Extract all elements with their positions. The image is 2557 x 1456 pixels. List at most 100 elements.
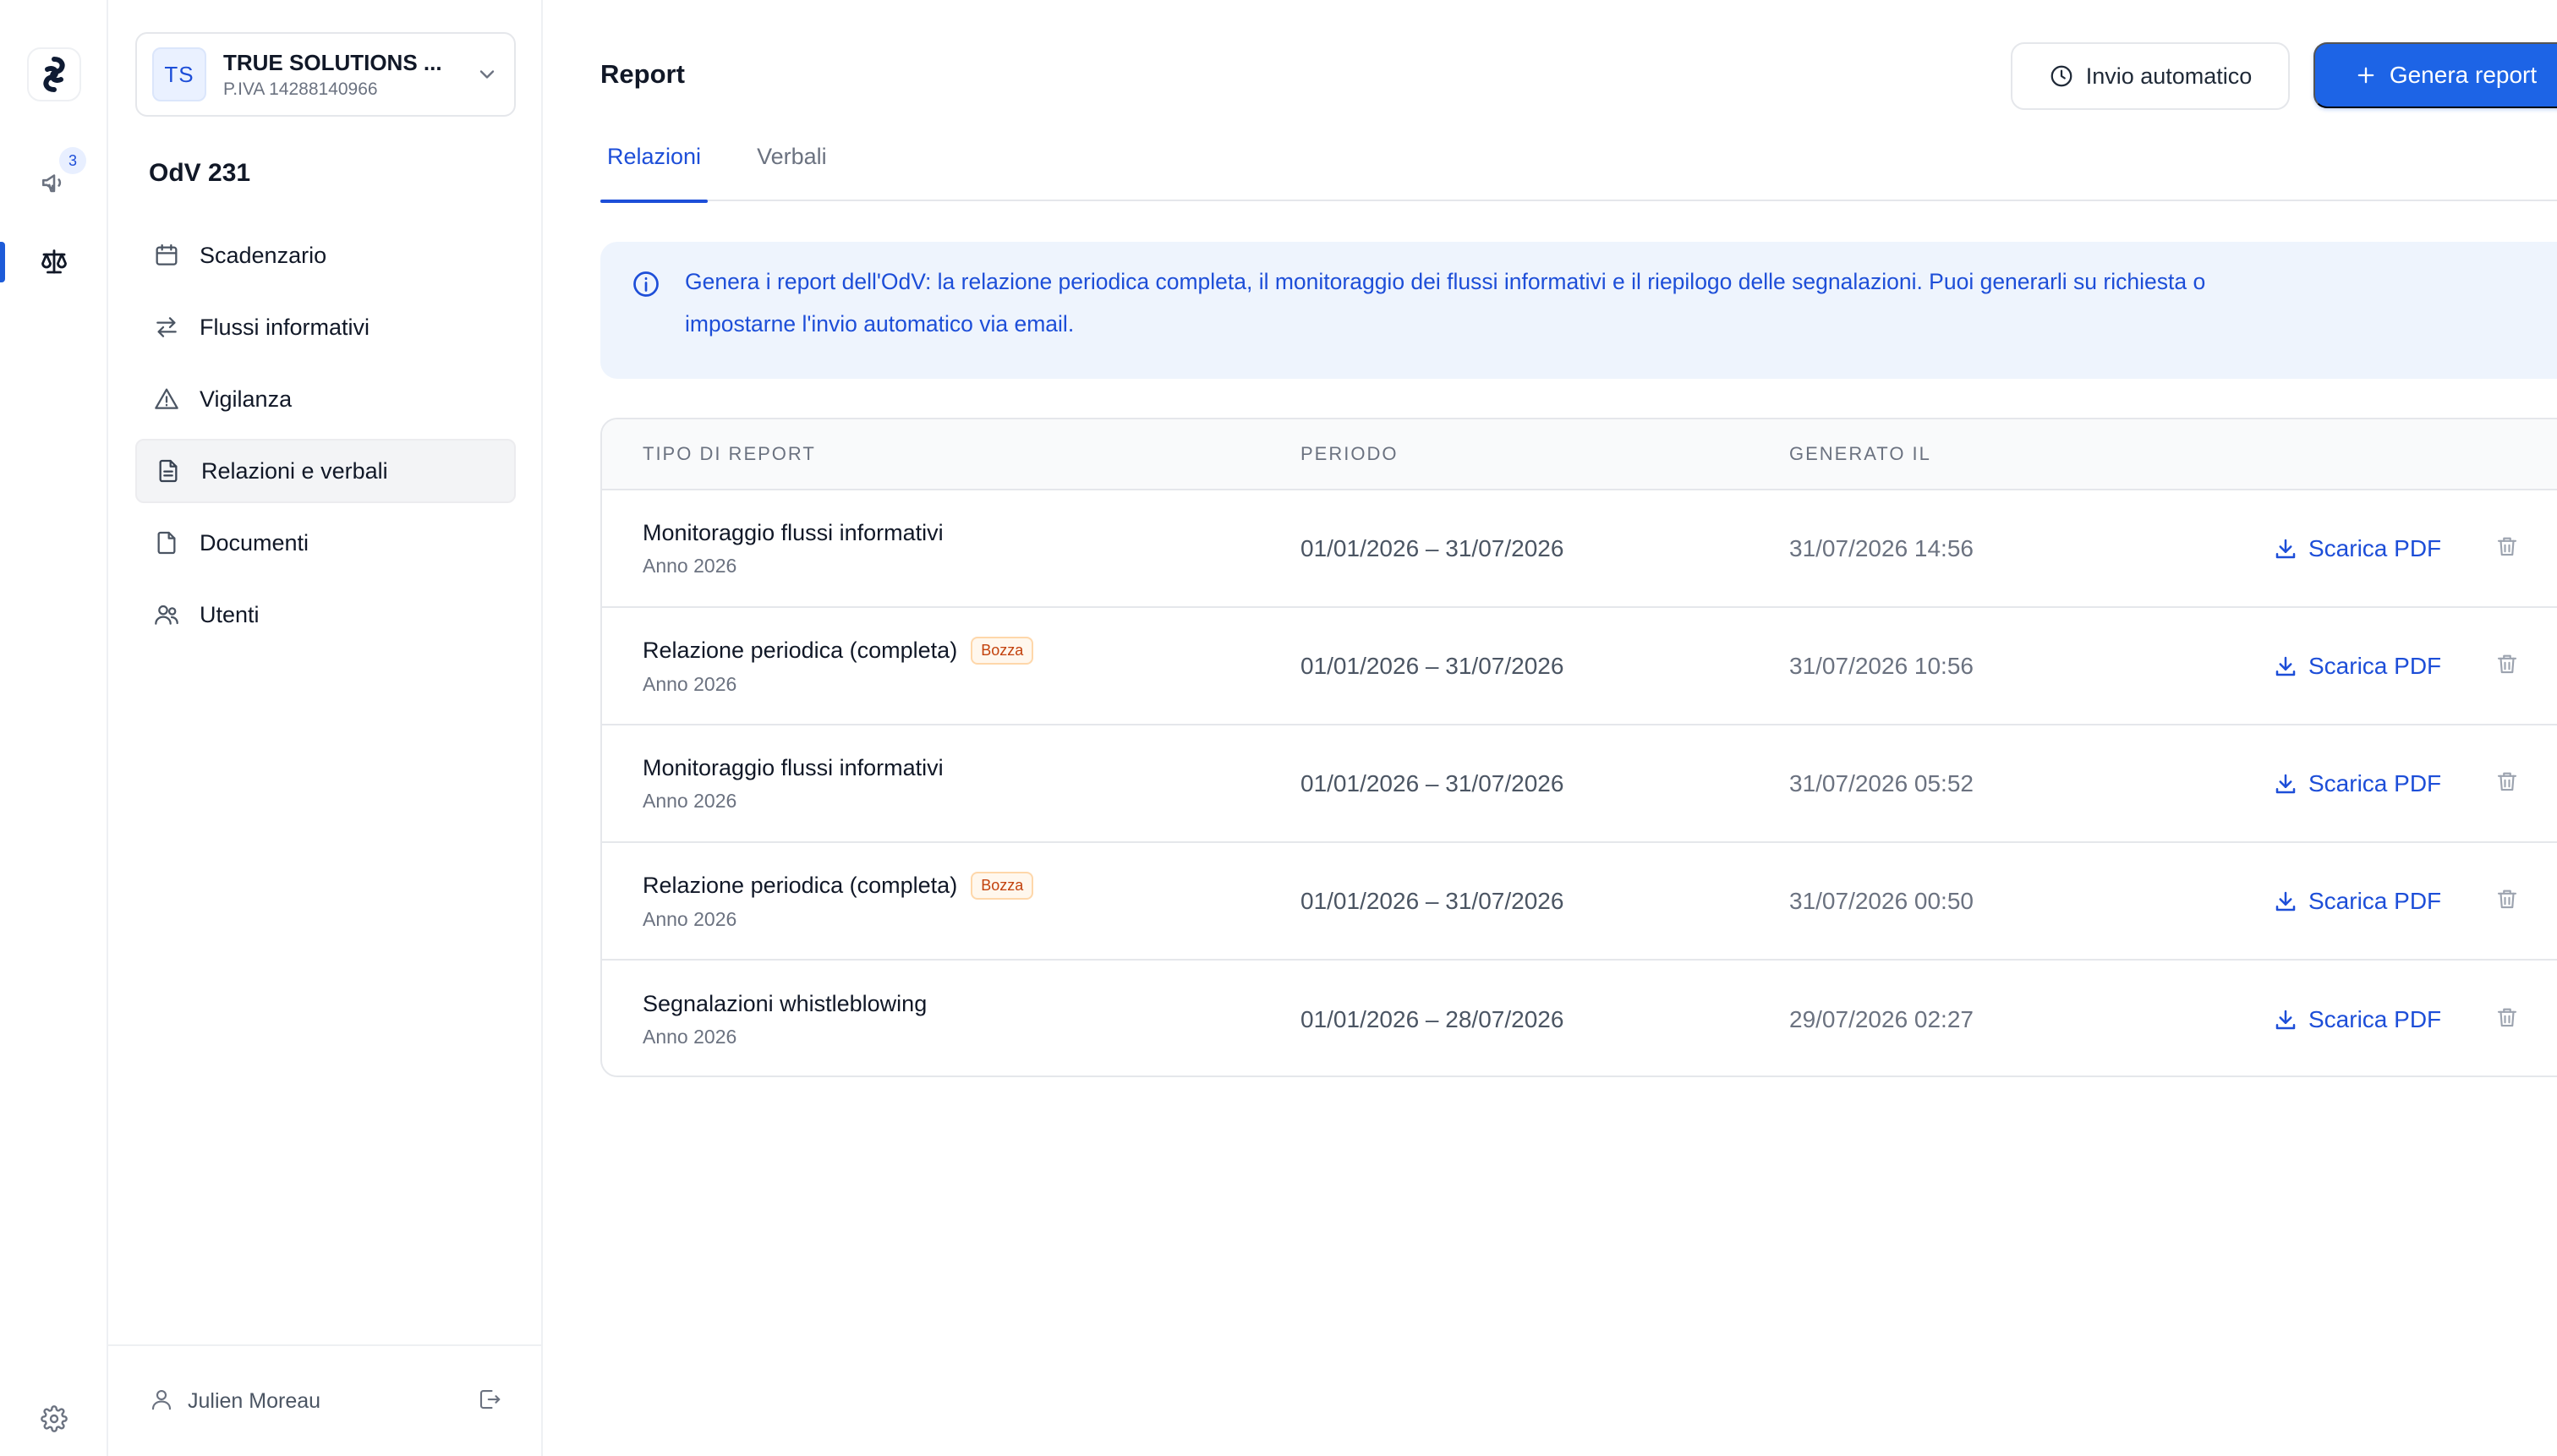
app-window: 3 TS TRUE SOLUTIONS ... P.IVA 1428814096… (0, 0, 2557, 1456)
sidebar-item-utenti[interactable]: Utenti (135, 583, 516, 647)
gear-icon[interactable] (34, 1399, 74, 1439)
report-subtitle: Anno 2026 (643, 672, 737, 695)
report-title: Segnalazioni whistleblowing (643, 991, 927, 1017)
sidebar-item-scadenzario[interactable]: Scadenzario (135, 223, 516, 287)
info-text-line: Genera i report dell'OdV: la relazione p… (685, 269, 2206, 294)
trash-icon[interactable] (2494, 769, 2520, 798)
report-title-text: Relazione periodica (completa) (643, 872, 958, 898)
icon-rail: 3 (0, 0, 108, 1456)
sidebar-item-label: Vigilanza (200, 386, 293, 412)
table-header: TIPO DI REPORT PERIODO GENERATO IL (602, 419, 2557, 490)
report-title-text: Monitoraggio flussi informativi (643, 519, 944, 545)
table-row: Relazione periodica (completa) Bozza Anno… (602, 843, 2557, 961)
sidebar-item-label: Utenti (200, 601, 260, 627)
arrows-swap-icon (152, 313, 181, 342)
table-row: Monitoraggio flussi informativi Anno 202… (602, 725, 2557, 843)
tab-relazioni[interactable]: Relazioni (600, 135, 709, 203)
table-row: Monitoraggio flussi informativi Anno 202… (602, 490, 2557, 608)
report-type-cell: Relazione periodica (completa) Bozza Anno… (643, 871, 1034, 931)
sidebar: TS TRUE SOLUTIONS ... P.IVA 14288140966 … (108, 0, 543, 1456)
report-generated: 31/07/2026 05:52 (1789, 769, 1974, 796)
report-title: Relazione periodica (completa) Bozza (643, 636, 1034, 665)
header-type: TIPO DI REPORT (643, 443, 816, 464)
report-type-cell: Relazione periodica (completa) Bozza Anno… (643, 636, 1034, 696)
report-title-text: Segnalazioni whistleblowing (643, 990, 928, 1016)
trash-icon[interactable] (2494, 1004, 2520, 1034)
sidebar-item-label: Documenti (200, 529, 309, 556)
user-name: Julien Moreau (188, 1388, 321, 1413)
sidebar-item-label: Relazioni e verbali (201, 457, 388, 484)
organization-switcher[interactable]: TS TRUE SOLUTIONS ... P.IVA 14288140966 (135, 32, 516, 117)
header-generated: GENERATO IL (1789, 443, 1931, 464)
org-avatar: TS (152, 47, 206, 101)
download-pdf-link[interactable]: Scarica PDF (2273, 653, 2441, 680)
trash-icon[interactable] (2494, 886, 2520, 916)
info-icon (631, 269, 665, 303)
trash-icon[interactable] (2494, 651, 2520, 681)
trash-icon[interactable] (2494, 534, 2520, 563)
org-name: TRUE SOLUTIONS ... (223, 49, 442, 75)
org-vat: P.IVA 14288140966 (223, 79, 378, 99)
sidebar-item-label: Scadenzario (200, 242, 327, 268)
report-subtitle: Anno 2026 (643, 554, 737, 577)
download-label: Scarica PDF (2308, 652, 2442, 679)
download-pdf-link[interactable]: Scarica PDF (2273, 770, 2441, 797)
download-label: Scarica PDF (2308, 1005, 2442, 1032)
download-icon (2273, 536, 2298, 561)
report-type-cell: Monitoraggio flussi informativi Anno 202… (643, 520, 944, 577)
report-period: 01/01/2026 – 31/07/2026 (1300, 887, 1564, 914)
sidebar-item-relazioni-e-verbali[interactable]: Relazioni e verbali (135, 439, 516, 503)
plus-icon (2354, 63, 2378, 87)
sidebar-item-flussi-informativi[interactable]: Flussi informativi (135, 295, 516, 359)
org-info: TRUE SOLUTIONS ... P.IVA 14288140966 (223, 50, 475, 100)
auto-send-button[interactable]: Invio automatico (2011, 42, 2290, 110)
report-subtitle: Anno 2026 (643, 789, 737, 812)
report-generated: 31/07/2026 14:56 (1789, 534, 1974, 561)
report-generated: 29/07/2026 02:27 (1789, 1005, 1974, 1032)
download-label: Scarica PDF (2308, 887, 2442, 914)
report-period: 01/01/2026 – 31/07/2026 (1300, 652, 1564, 679)
report-generated: 31/07/2026 10:56 (1789, 652, 1974, 679)
report-period: 01/01/2026 – 28/07/2026 (1300, 1005, 1564, 1032)
tab-verbali[interactable]: Verbali (750, 135, 834, 201)
scale-icon[interactable] (34, 242, 74, 282)
clock-icon (2049, 63, 2074, 89)
header-period: PERIODO (1300, 443, 1399, 464)
reports-table: TIPO DI REPORT PERIODO GENERATO IL Monit… (600, 418, 2557, 1077)
chevron-down-icon (475, 63, 499, 86)
tab-bar: Relazioni Verbali (600, 135, 2557, 203)
table-row: Relazione periodica (completa) Bozza Anno… (602, 608, 2557, 725)
download-icon (2273, 771, 2298, 796)
section-title: OdV 231 (149, 159, 251, 187)
download-label: Scarica PDF (2308, 769, 2442, 796)
report-title: Relazione periodica (completa) Bozza (643, 871, 1034, 900)
notification-badge: 3 (59, 147, 86, 174)
file-icon (152, 528, 181, 557)
report-subtitle: Anno 2026 (643, 1025, 737, 1048)
user-icon (149, 1387, 174, 1416)
download-icon (2273, 889, 2298, 914)
generate-report-button[interactable]: Genera report (2313, 42, 2557, 108)
report-period: 01/01/2026 – 31/07/2026 (1300, 769, 1564, 796)
report-title: Monitoraggio flussi informativi (643, 520, 944, 546)
report-subtitle: Anno 2026 (643, 907, 737, 930)
sidebar-item-documenti[interactable]: Documenti (135, 511, 516, 575)
rail-active-indicator (0, 242, 5, 282)
download-pdf-link[interactable]: Scarica PDF (2273, 535, 2441, 562)
warning-icon (152, 385, 181, 413)
sidebar-item-vigilanza[interactable]: Vigilanza (135, 367, 516, 431)
download-icon (2273, 654, 2298, 679)
download-icon (2273, 1007, 2298, 1032)
download-pdf-link[interactable]: Scarica PDF (2273, 1006, 2441, 1033)
info-banner: Genera i report dell'OdV: la relazione p… (600, 242, 2557, 379)
main-content: Report Invio automatico Genera report Re… (543, 0, 2557, 1456)
report-title-text: Relazione periodica (completa) (643, 637, 958, 663)
logout-icon[interactable] (477, 1387, 502, 1416)
download-label: Scarica PDF (2308, 534, 2442, 561)
app-logo-icon[interactable] (27, 47, 81, 101)
report-title: Monitoraggio flussi informativi (643, 755, 944, 781)
user-bar: Julien Moreau (108, 1344, 543, 1456)
report-period: 01/01/2026 – 31/07/2026 (1300, 534, 1564, 561)
sidebar-item-label: Flussi informativi (200, 314, 370, 340)
download-pdf-link[interactable]: Scarica PDF (2273, 888, 2441, 915)
